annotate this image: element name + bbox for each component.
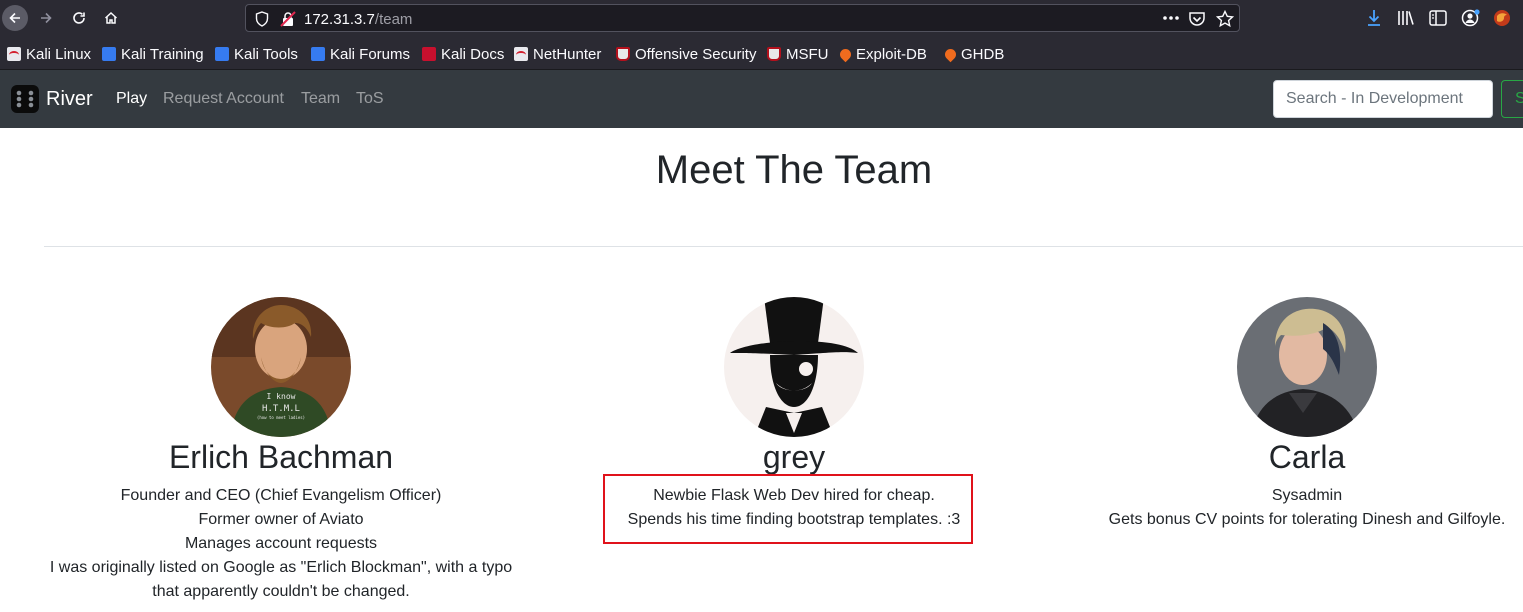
brand-link[interactable]: River: [10, 84, 93, 114]
forward-arrow-icon: [41, 12, 52, 24]
team-member-erlich: I know H.T.M.L (how to meet ladies) Erli…: [26, 297, 536, 604]
description-line: Founder and CEO (Chief Evangelism Office…: [120, 487, 442, 504]
nav-play[interactable]: Play: [116, 90, 147, 108]
bookmark-exploit-db[interactable]: Exploit-DB: [837, 45, 927, 63]
member-description: Founder and CEO (Chief Evangelism Office…: [26, 484, 536, 604]
bookmark-label: NetHunter: [533, 45, 602, 63]
shield-icon[interactable]: [255, 11, 269, 27]
browser-toolbar: 172.31.3.7/team: [0, 0, 1523, 36]
extension-icon[interactable]: [1493, 9, 1511, 27]
search-button[interactable]: S: [1501, 80, 1523, 118]
kali-training-icon: [102, 47, 116, 61]
member-description: Newbie Flask Web Dev hired for cheap. Sp…: [539, 484, 1049, 532]
grey-top-hat-avatar-image: [724, 297, 864, 437]
bookmark-label: MSFU: [786, 45, 829, 63]
bookmark-star-icon[interactable]: [1216, 10, 1234, 28]
description-line: Sysadmin: [1271, 487, 1343, 504]
back-arrow-icon: [9, 12, 20, 24]
member-name: Carla: [1268, 439, 1346, 475]
ghdb-icon: [942, 46, 959, 62]
bookmark-kali-forums[interactable]: Kali Forums: [311, 45, 410, 63]
member-name: grey: [762, 439, 826, 475]
bookmark-label: Offensive Security: [635, 45, 757, 63]
site-navbar: River Play Request Account Team ToS S: [0, 70, 1523, 128]
pocket-icon[interactable]: [1188, 10, 1206, 28]
description-line: I was originally listed on Google as "Er…: [49, 559, 513, 576]
library-icon[interactable]: [1397, 10, 1415, 26]
bookmark-nethunter[interactable]: NetHunter: [514, 45, 601, 63]
url-host: 172.31.3.7: [304, 11, 375, 28]
url-bar[interactable]: 172.31.3.7/team: [245, 4, 1240, 32]
insecure-lock-icon[interactable]: [280, 11, 296, 27]
nav-team[interactable]: Team: [301, 90, 340, 108]
account-icon[interactable]: [1461, 8, 1481, 28]
member-name: Erlich Bachman: [168, 439, 394, 475]
reload-icon: [73, 12, 85, 24]
member-description: Sysadmin Gets bonus CV points for tolera…: [1052, 484, 1523, 532]
bookmarks-toolbar: Kali Linux Kali Training Kali Tools Kali…: [0, 36, 1523, 70]
kali-tools-icon: [215, 47, 229, 61]
home-button[interactable]: [99, 6, 123, 30]
avatar: [724, 297, 864, 437]
offsec-icon: [616, 47, 630, 61]
brand-name: River: [46, 87, 93, 110]
sidebar-icon[interactable]: [1429, 10, 1447, 26]
description-line: that apparently couldn't be changed.: [152, 583, 410, 600]
shirt-text-line-3: (how to meet ladies): [257, 415, 305, 420]
description-line: Gets bonus CV points for tolerating Dine…: [1108, 511, 1506, 528]
bookmark-label: Kali Tools: [234, 45, 298, 63]
more-actions-icon[interactable]: [1162, 15, 1180, 21]
msfu-icon: [767, 47, 781, 61]
download-icon[interactable]: [1366, 9, 1382, 27]
url-text[interactable]: 172.31.3.7/team: [304, 11, 412, 28]
nav-tos[interactable]: ToS: [356, 90, 384, 108]
bookmark-offensive-security[interactable]: Offensive Security: [616, 45, 756, 63]
kali-docs-icon: [422, 47, 436, 61]
shirt-text-line-1: I know: [267, 392, 296, 401]
bookmark-kali-tools[interactable]: Kali Tools: [215, 45, 298, 63]
bookmark-label: GHDB: [961, 45, 1005, 63]
bookmark-label: Kali Docs: [441, 45, 505, 63]
bookmark-label: Kali Training: [121, 45, 204, 63]
bookmark-kali-training[interactable]: Kali Training: [102, 45, 204, 63]
avatar: I know H.T.M.L (how to meet ladies): [211, 297, 351, 437]
description-line: Newbie Flask Web Dev hired for cheap.: [653, 487, 935, 504]
bookmark-label: Kali Linux: [26, 45, 92, 63]
forward-button[interactable]: [34, 6, 58, 30]
erlich-portrait-image: I know H.T.M.L (how to meet ladies): [211, 297, 351, 437]
back-button[interactable]: [2, 5, 28, 31]
nav-request-account[interactable]: Request Account: [163, 90, 284, 108]
kali-forums-icon: [311, 47, 325, 61]
bookmark-label: Exploit-DB: [856, 45, 927, 63]
description-line: Former owner of Aviato: [198, 511, 364, 528]
avatar: [1237, 297, 1377, 437]
section-divider: [44, 246, 1523, 247]
nethunter-icon: [514, 47, 528, 61]
team-member-grey: grey Newbie Flask Web Dev hired for chea…: [539, 297, 1049, 532]
description-line: Spends his time finding bootstrap templa…: [627, 511, 961, 528]
page-title: Meet The Team: [655, 148, 933, 192]
shirt-text-line-2: H.T.M.L: [262, 404, 300, 414]
bookmark-ghdb[interactable]: GHDB: [942, 45, 1005, 63]
bookmark-kali-linux[interactable]: Kali Linux: [7, 45, 91, 63]
reload-button[interactable]: [67, 6, 91, 30]
carla-portrait-image: [1237, 297, 1377, 437]
home-icon: [104, 11, 118, 24]
kali-icon: [7, 47, 21, 61]
url-path: /team: [374, 11, 413, 28]
search-input[interactable]: [1273, 80, 1493, 118]
exploitdb-icon: [837, 46, 854, 62]
bookmark-label: Kali Forums: [330, 45, 411, 63]
bookmark-kali-docs[interactable]: Kali Docs: [422, 45, 504, 63]
bookmark-msfu[interactable]: MSFU: [767, 45, 829, 63]
dice-logo-icon: [11, 85, 39, 113]
description-line: Manages account requests: [184, 535, 378, 552]
team-member-carla: Carla Sysadmin Gets bonus CV points for …: [1052, 297, 1523, 532]
